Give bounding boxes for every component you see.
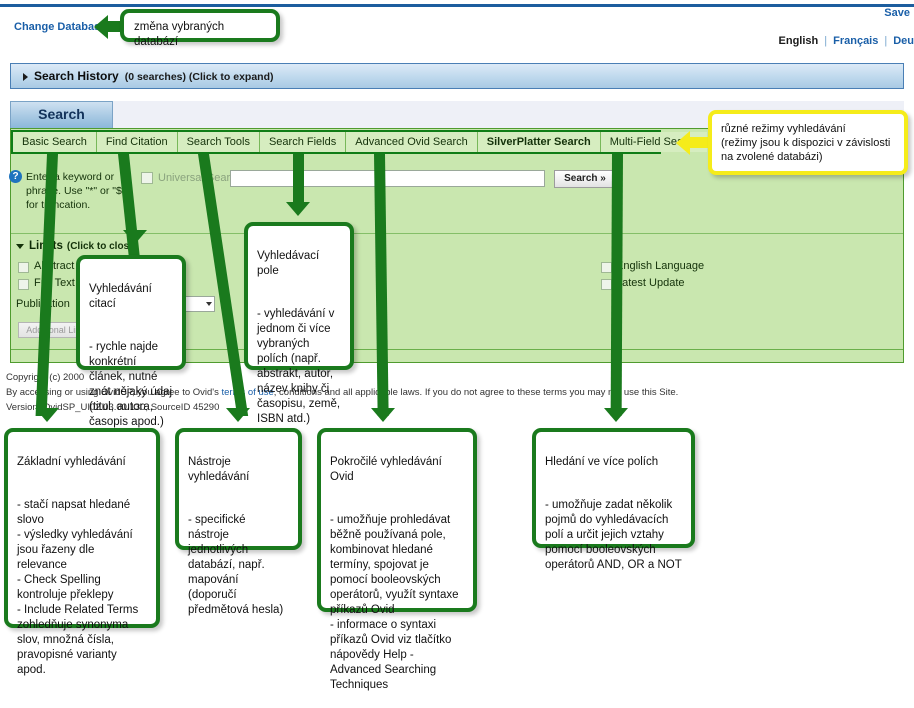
callout-basic-search: Základní vyhledávání - stačí napsat hled… [4,428,160,676]
search-history-inner: Search History (0 searches) (Click to exp… [11,64,903,83]
search-button[interactable]: Search » [554,170,616,188]
callout-search-tools-title: Nástroje vyhledávání [188,456,250,483]
arrow-head-basic-search [35,408,59,422]
help-icon[interactable]: ? [9,170,22,183]
tab-search[interactable]: Search [10,101,113,128]
collapse-triangle-icon [16,243,24,249]
callout-advanced-ovid-search: Pokročilé vyhledávání Ovid - umožňuje pr… [317,428,477,691]
callout-basic-search-title: Základní vyhledávání [17,456,126,468]
callout-find-citation-title: Vyhledávání citací [89,283,152,310]
universal-search-checkbox[interactable] [141,172,153,184]
limit-label-abstract: Abstract [34,260,75,272]
callout-multi-field-body: - umožňuje zadat několik pojmů do vyhled… [545,499,682,571]
limit-checkbox-abstract[interactable] [18,262,29,273]
language-deutsch[interactable]: Deu [893,35,914,47]
arrow-shaft-search-fields [293,154,304,204]
search-history-subtitle: (0 searches) (Click to expand) [124,71,274,83]
callout-advanced-ovid-title: Pokročilé vyhledávání Ovid [330,456,442,483]
callout-multi-field-search: Hledání ve více polích - umožňuje zadat … [532,428,695,571]
mode-tab-silverplatter-search[interactable]: SilverPlatter Search [477,132,601,152]
save-link[interactable]: Save [884,7,910,19]
callout-change-database: změna vybraných databází [120,9,280,48]
callout-search-tools: Nástroje vyhledávání - specifické nástro… [175,428,302,616]
limit-checkbox-english-language[interactable] [601,262,612,273]
callout-search-fields: Vyhledávací pole - vyhledávání v jednom … [244,222,354,425]
callout-search-modes: různé režimy vyhledávání (režimy jsou k … [708,110,908,175]
arrow-head-advanced-ovid [371,408,395,422]
mode-tab-advanced-ovid-search[interactable]: Advanced Ovid Search [346,132,478,152]
limit-label-latest-update: Latest Update [616,277,685,289]
callout-advanced-ovid-body: - umožňuje prohledávat běžně používaná p… [330,514,459,691]
search-history-title: Search History [34,69,119,83]
mode-tab-find-citation[interactable]: Find Citation [96,132,178,152]
arrow-head-find-citation [123,230,147,244]
language-separator-2: | [884,35,888,47]
mode-tab-search-fields[interactable]: Search Fields [259,132,347,152]
callout-multi-field-title: Hledání ve více polích [545,456,659,468]
language-selector: English | Français | Deu [779,35,914,47]
callout-find-citation: Vyhledávání citací - rychle najde konkré… [76,255,186,428]
ovidsp-search-page: Save Change Database English | Français | De… [0,0,914,691]
limit-label-english-language: English Language [616,260,705,272]
top-divider [0,4,914,7]
language-separator-1: | [824,35,828,47]
language-francais[interactable]: Français [833,35,878,47]
arrow-head-search-fields [286,202,310,216]
search-history-bar[interactable]: Search History (0 searches) (Click to exp… [10,63,904,89]
mode-tab-basic-search[interactable]: Basic Search [13,132,97,152]
callout-basic-search-body: - stačí napsat hledané slovo - výsledky … [17,499,139,676]
language-english[interactable]: English [779,35,819,47]
arrow-shaft-multi-field [610,154,623,416]
callout-search-fields-title: Vyhledávací pole [257,250,320,277]
mode-tab-search-tools[interactable]: Search Tools [177,132,260,152]
chevron-down-icon [206,302,212,306]
expand-triangle-icon [23,73,28,82]
arrow-head-search-tools [226,408,250,422]
search-input[interactable] [230,170,545,187]
arrow-head-multi-field [604,408,628,422]
callout-find-citation-body: - rychle najde konkrétní článek, nutné z… [89,341,173,428]
callout-search-tools-body: - specifické nástroje jednotlivých datab… [188,514,284,616]
search-mode-tabs: Basic Search Find Citation Search Tools … [11,130,708,154]
callout-search-fields-body: - vyhledávání v jednom či více vybraných… [257,308,341,425]
limit-checkbox-full-text[interactable] [18,279,29,290]
limit-label-full-text: Full Text [34,277,75,289]
arrow-head-mode-tabs [676,131,690,155]
arrow-head-change-database [94,15,108,39]
limits-header[interactable]: Limits(Click to close) [16,240,138,252]
change-database-link[interactable]: Change Database [14,21,106,33]
